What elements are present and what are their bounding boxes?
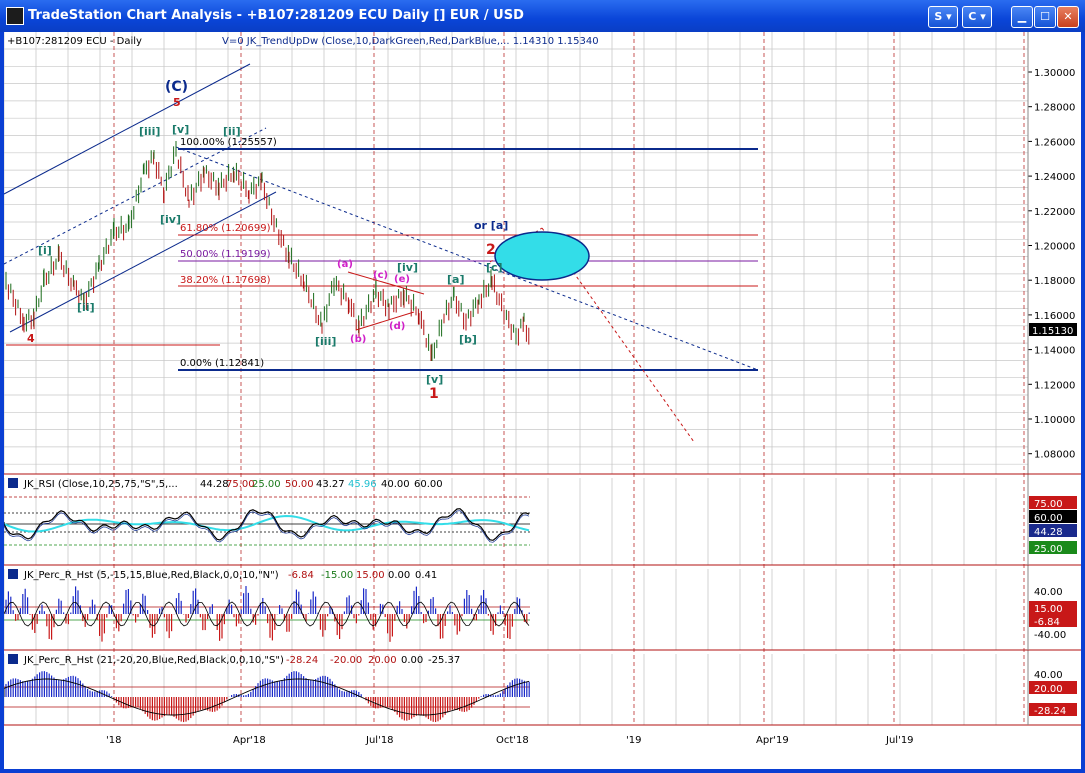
- rsi-panel-icon[interactable]: [8, 478, 18, 488]
- rsi-axis-current: 44.28: [1034, 527, 1063, 538]
- wave-v-low-label: [v]: [426, 373, 443, 386]
- perc2-axis-20: 20.00: [1034, 684, 1063, 695]
- wave-c-bracket-label: [c]: [486, 261, 503, 274]
- app-icon: [6, 7, 24, 25]
- perc1-v5: 0.41: [415, 570, 437, 581]
- fib-50-label: 50.00% (1.19199): [180, 249, 271, 260]
- wave-ii-label: [ii]: [77, 301, 95, 314]
- close-button[interactable]: ✕: [1057, 6, 1079, 28]
- indicator-label: V=0 JK_TrendUpDw (Close,10,DarkGreen,Red…: [222, 36, 599, 47]
- price-tick-label: 1.08000: [1034, 450, 1075, 461]
- price-tick-label: 1.26000: [1034, 137, 1075, 148]
- price-tick-label: 1.10000: [1034, 415, 1075, 426]
- wave-v-top-label: [v]: [172, 123, 189, 136]
- rsi-v4: 50.00: [285, 479, 314, 490]
- time-tick-label: Apr'19: [756, 735, 789, 746]
- perc2-v5: -25.37: [428, 655, 460, 666]
- s-menu-button[interactable]: S ▾: [928, 6, 958, 28]
- time-tick-label: '18: [106, 735, 121, 746]
- perc1-v3: 15.00: [356, 570, 385, 581]
- perc2-v3: 20.00: [368, 655, 397, 666]
- time-tick-label: Jul'19: [885, 735, 914, 746]
- wave-a-paren-label: (a): [337, 259, 353, 270]
- minimize-button[interactable]: ▁: [1011, 6, 1033, 28]
- price-tick-label: 1.16000: [1034, 311, 1075, 322]
- time-tick-label: '19: [626, 735, 641, 746]
- wave-or-a-label: or [a]: [474, 219, 508, 232]
- wave-e-paren-label: (e): [394, 274, 410, 285]
- wave-4-label: 4: [27, 332, 35, 345]
- perc1-v2: -15.00: [321, 570, 353, 581]
- perc1-v4: 0.00: [388, 570, 410, 581]
- fib-618-label: 61.80% (1.20699): [180, 223, 271, 234]
- app-window: TradeStation Chart Analysis - +B107:2812…: [0, 0, 1085, 773]
- rsi-v3: 25.00: [252, 479, 281, 490]
- perc1-panel-icon[interactable]: [8, 569, 18, 579]
- symbol-label: +B107:281209 ECU - Daily: [7, 36, 142, 47]
- rsi-v6: 45.96: [348, 479, 377, 490]
- fib-382-label: 38.20% (1.17698): [180, 275, 271, 286]
- last-price-tag: 1.15130: [1032, 326, 1073, 337]
- perc1-axis-15: 15.00: [1034, 604, 1063, 615]
- c-menu-button[interactable]: C ▾: [962, 6, 992, 28]
- time-axis: '18 Apr'18 Jul'18 Oct'18 '19 Apr'19 Jul'19: [106, 735, 914, 746]
- rsi-axis-60: 60.00: [1034, 513, 1063, 524]
- chart-canvas[interactable]: +B107:281209 ECU - Daily V=0 JK_TrendUpD…: [3, 32, 1081, 769]
- wave-b-paren-label: (b): [350, 334, 366, 345]
- time-tick-label: Oct'18: [496, 735, 529, 746]
- perc2-axis-40: 40.00: [1034, 670, 1063, 681]
- wave-iv-top-label: [iv]: [160, 213, 181, 226]
- window-title: TradeStation Chart Analysis - +B107:2812…: [28, 8, 524, 23]
- perc2-axis-current: -28.24: [1034, 706, 1066, 717]
- price-tick-label: 1.22000: [1034, 207, 1075, 218]
- perc1-label: JK_Perc_R_Hst (5,-15,15,Blue,Red,Black,0…: [23, 570, 279, 581]
- wave-2-label: 2: [486, 242, 496, 258]
- perc1-v1: -6.84: [288, 570, 314, 581]
- perc1-axis-40: 40.00: [1034, 587, 1063, 598]
- perc2-v4: 0.00: [401, 655, 423, 666]
- wave-C-label: (C): [165, 79, 188, 95]
- wave-1-label: 1: [429, 386, 439, 402]
- wave-iii-top-label: [iii]: [139, 125, 160, 138]
- wave-ii-top-label: [ii]: [223, 125, 241, 138]
- rsi-v8: 60.00: [414, 479, 443, 490]
- fib-0-label: 0.00% (1.12841): [180, 358, 264, 369]
- wave-c-paren-label: (c): [373, 270, 388, 281]
- target-ellipse: [494, 231, 590, 281]
- perc1-axis-current: -6.84: [1034, 617, 1060, 628]
- rsi-v1: 44.28: [200, 479, 229, 490]
- fib-100-label: 100.00% (1.25557): [180, 137, 277, 148]
- rsi-axis-25: 25.00: [1034, 544, 1063, 555]
- perc1-axis-neg40: -40.00: [1034, 630, 1066, 641]
- price-tick-label: 1.14000: [1034, 346, 1075, 357]
- time-tick-label: Jul'18: [365, 735, 394, 746]
- time-tick-label: Apr'18: [233, 735, 266, 746]
- perc2-v1: -28.24: [286, 655, 318, 666]
- rsi-axis-75: 75.00: [1034, 499, 1063, 510]
- price-tick-label: 1.24000: [1034, 172, 1075, 183]
- wave-iii-low-label: [iii]: [315, 335, 336, 348]
- perc2-v2: -20.00: [330, 655, 362, 666]
- perc2-panel-icon[interactable]: [8, 654, 18, 664]
- wave-iv-mid-label: [iv]: [397, 261, 418, 274]
- price-tick-label: 1.12000: [1034, 380, 1075, 391]
- wave-i-label: [i]: [38, 244, 52, 257]
- wave-5-label: 5: [173, 96, 181, 109]
- wave-a-bracket-label: [a]: [447, 273, 464, 286]
- rsi-v5: 43.27: [316, 479, 345, 490]
- rsi-label: JK_RSI (Close,10,25,75,"S",5,...: [23, 479, 178, 490]
- chart-area: +B107:281209 ECU - Daily V=0 JK_TrendUpD…: [3, 32, 1081, 769]
- wave-b-bracket-label: [b]: [459, 333, 477, 346]
- wave-d-paren-label: (d): [389, 321, 405, 332]
- price-tick-label: 1.18000: [1034, 276, 1075, 287]
- perc2-label: JK_Perc_R_Hst (21,-20,20,Blue,Red,Black,…: [23, 655, 284, 666]
- price-tick-label: 1.30000: [1034, 68, 1075, 79]
- rsi-v7: 40.00: [381, 479, 410, 490]
- title-bar: TradeStation Chart Analysis - +B107:2812…: [0, 0, 1085, 32]
- price-tick-label: 1.28000: [1034, 103, 1075, 114]
- maximize-button[interactable]: ☐: [1034, 6, 1056, 28]
- price-tick-label: 1.20000: [1034, 242, 1075, 253]
- rsi-v2: 75.00: [226, 479, 255, 490]
